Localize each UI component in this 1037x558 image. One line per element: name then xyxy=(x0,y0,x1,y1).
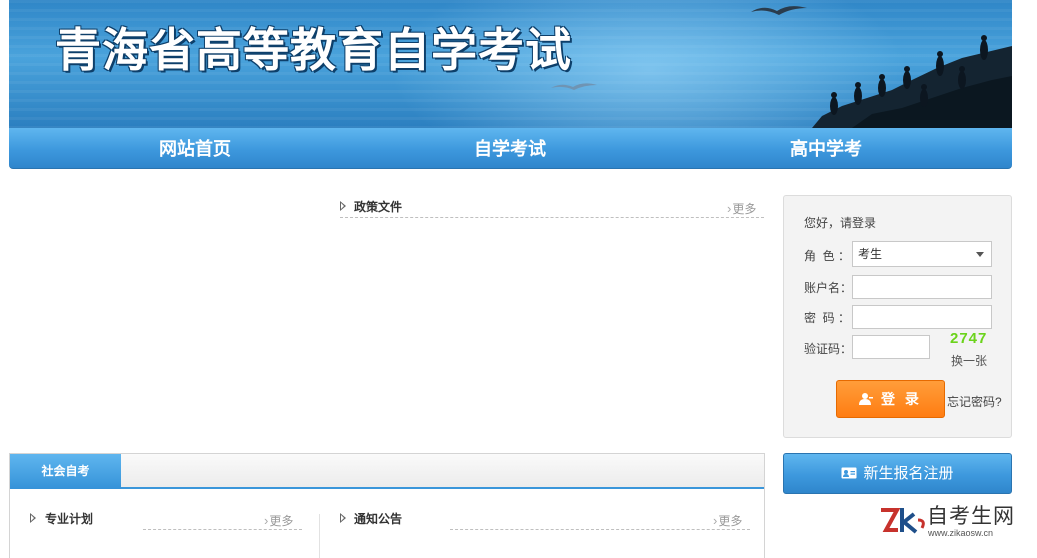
zk-logo-icon xyxy=(881,508,925,534)
policy-section-header: 政策文件 ›更多 xyxy=(340,197,764,219)
watermark-name: 自考生网 xyxy=(927,504,1015,528)
watermark-url: www.zikaosw.cn xyxy=(928,528,994,538)
triangle-right-icon xyxy=(30,513,36,523)
seagull-icon xyxy=(751,6,807,15)
major-plan-divider xyxy=(143,529,302,530)
chevron-right-icon: › xyxy=(264,513,269,528)
site-title: 青海省高等教育自学考试 xyxy=(55,23,572,77)
triangle-right-icon xyxy=(340,513,346,523)
panel-column-divider xyxy=(319,514,320,558)
login-panel: 您好，请登录 角 色 ： 考生 账户名： 密 码 ： 验证码： 2747 换一张… xyxy=(783,195,1012,438)
notice-more-link[interactable]: ›更多 xyxy=(713,512,742,529)
nav-item-self-study-exam[interactable]: 自学考试 xyxy=(410,128,610,169)
captcha-input[interactable] xyxy=(852,335,930,359)
chevron-right-icon: › xyxy=(727,201,732,216)
triangle-right-icon xyxy=(340,201,346,211)
password-label: 密 码 ： xyxy=(804,311,851,325)
notice-title: 通知公告 xyxy=(354,512,403,526)
chevron-down-icon xyxy=(976,252,984,257)
panel-tab-bar: 社会自考 xyxy=(10,454,764,489)
policy-more-link[interactable]: ›更多 xyxy=(727,200,756,217)
major-plan-more-link[interactable]: ›更多 xyxy=(264,512,293,529)
main-nav: 网站首页 自学考试 高中学考 xyxy=(9,128,1012,169)
user-icon xyxy=(859,393,874,406)
policy-section-title: 政策文件 xyxy=(354,200,403,214)
captcha-image[interactable]: 2747 xyxy=(950,330,987,347)
rocks-with-birds-icon xyxy=(812,35,1012,128)
forgot-password-link[interactable]: 忘记密码? xyxy=(947,393,1002,410)
login-button[interactable]: 登 录 xyxy=(836,380,945,418)
notice-section-header: 通知公告 ›更多 xyxy=(340,509,752,531)
policy-divider xyxy=(340,217,764,218)
site-banner: 青海省高等教育自学考试 xyxy=(9,0,1012,128)
role-select[interactable]: 考生 xyxy=(852,241,992,267)
captcha-label: 验证码： xyxy=(804,342,853,356)
login-greeting: 您好，请登录 xyxy=(804,216,877,230)
account-label: 账户名： xyxy=(804,281,853,295)
nav-item-high-school-exam[interactable]: 高中学考 xyxy=(726,128,926,169)
self-study-panel: 社会自考 xyxy=(9,453,765,558)
new-student-register-button[interactable]: 新生报名注册 xyxy=(783,453,1012,494)
captcha-refresh-link[interactable]: 换一张 xyxy=(951,352,987,369)
role-label: 角 色 ： xyxy=(804,249,851,263)
notice-divider xyxy=(450,529,750,530)
account-input[interactable] xyxy=(852,275,992,299)
seagull-icon xyxy=(551,83,597,90)
nav-item-home[interactable]: 网站首页 xyxy=(95,128,295,169)
major-plan-title: 专业计划 xyxy=(45,512,94,526)
chevron-right-icon: › xyxy=(713,513,718,528)
password-input[interactable] xyxy=(852,305,992,329)
major-plan-section-header: 专业计划 ›更多 xyxy=(30,509,302,531)
tab-social-self-study[interactable]: 社会自考 xyxy=(10,454,121,489)
watermark: 自考生网 www.zikaosw.cn xyxy=(880,500,1020,542)
id-card-icon xyxy=(841,467,857,479)
